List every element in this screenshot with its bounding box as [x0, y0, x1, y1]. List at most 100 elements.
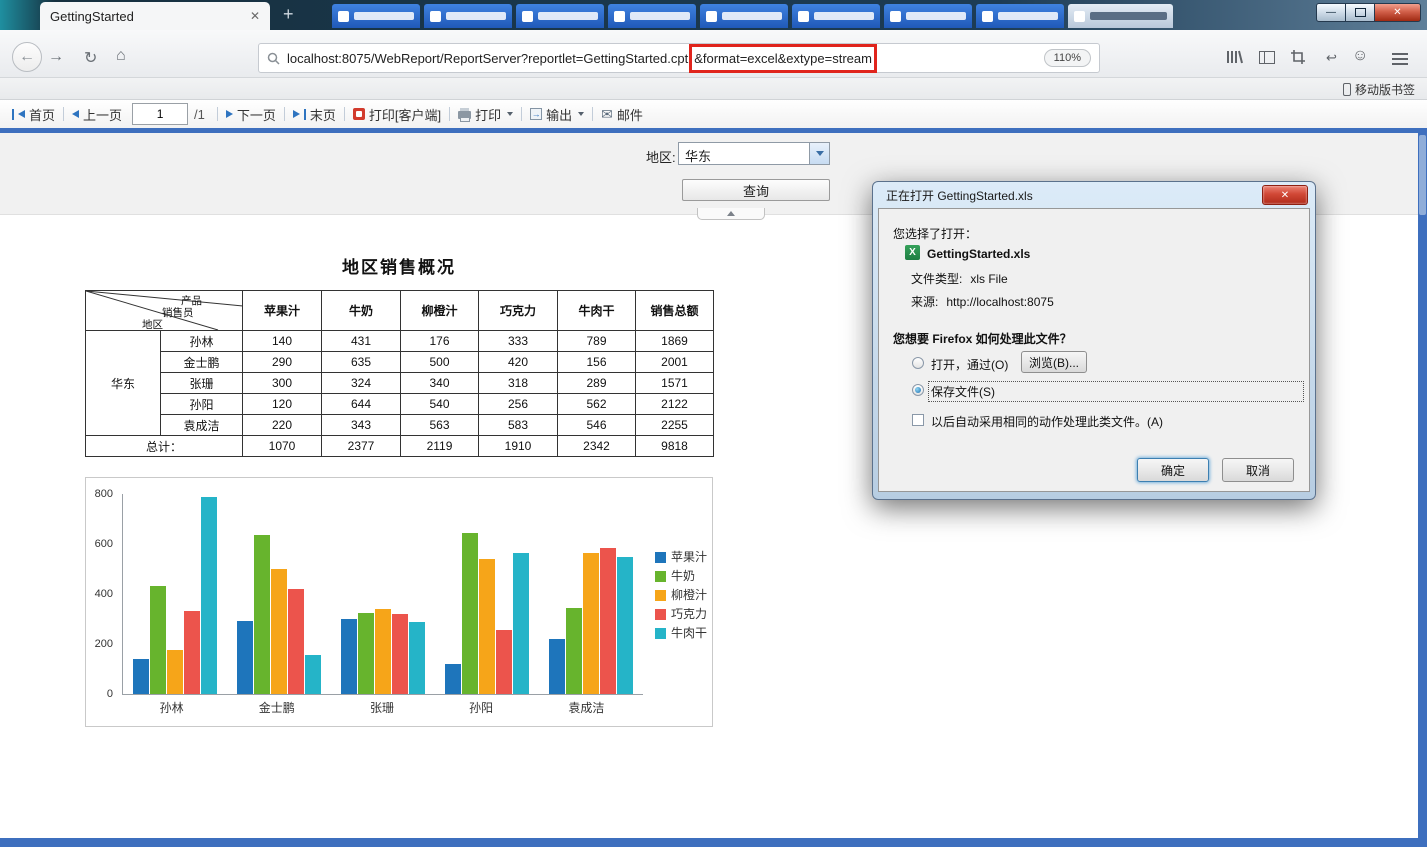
total-value-cell: 2119: [400, 435, 479, 457]
email-button[interactable]: ✉ 邮件: [601, 105, 643, 124]
vertical-scrollbar[interactable]: [1418, 133, 1427, 838]
bar: [375, 609, 391, 694]
sidebar-icon[interactable]: [1259, 51, 1275, 69]
remember-action-checkbox[interactable]: [912, 414, 924, 426]
bookmarks-bar: [0, 78, 1427, 100]
bar: [583, 553, 599, 694]
bar-group: [341, 609, 425, 694]
tab-close-icon[interactable]: ✕: [250, 9, 260, 23]
bar: [600, 548, 616, 694]
save-file-radio[interactable]: [912, 384, 924, 396]
tab-title-unreadable: [354, 12, 414, 20]
dialog-body: 您选择了打开： X GettingStarted.xls 文件类型: xls Fi…: [878, 208, 1310, 492]
print-client-button[interactable]: 打印[客户端]: [352, 105, 441, 124]
collapse-parameter-pane-button[interactable]: [697, 208, 765, 220]
export-button[interactable]: 输出: [530, 105, 585, 124]
y-tick-label: 200: [94, 638, 113, 650]
value-cell: 340: [400, 372, 479, 394]
page-number-input[interactable]: [132, 103, 189, 125]
tab-title-unreadable: [446, 12, 506, 20]
legend-swatch: [654, 570, 666, 582]
total-value-cell: 1910: [478, 435, 558, 457]
screenshot-crop-icon[interactable]: [1291, 50, 1305, 69]
address-bar[interactable]: localhost:8075/WebReport/ReportServer?re…: [258, 43, 1100, 73]
scrollbar-thumb[interactable]: [1419, 135, 1426, 215]
bar-group: [133, 497, 217, 694]
combo-dropdown-button[interactable]: [809, 143, 829, 164]
prev-page-button[interactable]: 上一页: [72, 105, 122, 124]
bar-group: [549, 548, 633, 694]
close-icon: ✕: [1280, 189, 1290, 201]
reload-icon[interactable]: ↻: [84, 48, 97, 68]
background-tab[interactable]: [608, 4, 696, 28]
tab-title-unreadable: [630, 12, 690, 20]
maximize-button[interactable]: [1346, 3, 1375, 22]
window-controls: — ✕: [1316, 3, 1421, 22]
zoom-level-badge[interactable]: 110%: [1043, 49, 1091, 67]
back-icon: ←: [19, 48, 35, 65]
background-tab[interactable]: [884, 4, 972, 28]
dialog-titlebar[interactable]: 正在打开 GettingStarted.xls ✕: [878, 182, 1310, 208]
dialog-close-button[interactable]: ✕: [1262, 185, 1308, 205]
background-tab[interactable]: [1068, 4, 1173, 28]
background-tab[interactable]: [792, 4, 880, 28]
last-page-button[interactable]: 末页: [292, 105, 336, 124]
value-cell: 156: [557, 351, 636, 373]
total-row: 总计： 1070 2377 2119 1910 2342 9818: [85, 435, 714, 457]
chart-xlabels: 孙林 金士鹏 张珊 孙阳 袁成洁: [122, 699, 642, 716]
cancel-button[interactable]: 取消: [1222, 458, 1294, 482]
menu-icon[interactable]: [1392, 53, 1408, 55]
chevron-down-icon: [507, 112, 514, 116]
y-tick-label: 400: [94, 588, 113, 600]
open-with-radio[interactable]: [912, 357, 924, 369]
tab-favicon-icon: [798, 10, 809, 22]
minimize-button[interactable]: —: [1316, 3, 1346, 22]
mobile-bookmarks-item[interactable]: 移动版书签: [1342, 81, 1415, 98]
region-select[interactable]: 华东: [678, 142, 830, 165]
bar: [184, 611, 200, 694]
salesperson-cell: 袁成洁: [160, 414, 243, 436]
value-cell: 2255: [635, 414, 714, 436]
url-text[interactable]: localhost:8075/WebReport/ReportServer?re…: [287, 43, 877, 73]
value-cell: 140: [242, 330, 322, 352]
first-page-button[interactable]: 首页: [12, 105, 55, 124]
bar: [566, 608, 582, 694]
total-value-cell: 9818: [635, 435, 714, 457]
profile-icon[interactable]: ☺: [1352, 47, 1368, 65]
chart-legend: 苹果汁 牛奶 柳橙汁 巧克力 牛肉干: [654, 550, 707, 640]
print-button[interactable]: 打印: [458, 105, 514, 124]
background-tab[interactable]: [976, 4, 1064, 28]
background-tab[interactable]: [332, 4, 420, 28]
bar-group: [445, 533, 529, 694]
region-cell: 华东: [85, 330, 161, 436]
forward-icon[interactable]: →: [48, 48, 64, 66]
undo-icon[interactable]: ↩: [1326, 50, 1337, 66]
background-tab[interactable]: [700, 4, 788, 28]
tab-title-unreadable: [1090, 12, 1167, 20]
legend-item: 牛肉干: [654, 626, 707, 640]
legend-label: 巧克力: [670, 607, 707, 621]
ok-button[interactable]: 确定: [1137, 458, 1209, 482]
chosen-label: 您选择了打开：: [893, 227, 978, 241]
sales-bar-chart: 0 200 400 600 800 孙林 金士鹏 张珊 孙阳 袁成洁 苹果汁 牛奶 柳橙汁 巧克力 牛肉…: [85, 477, 713, 727]
back-button[interactable]: ←: [12, 42, 42, 72]
save-file-label[interactable]: 保存文件(S): [931, 383, 995, 400]
close-button[interactable]: ✕: [1375, 3, 1421, 22]
home-icon[interactable]: ⌂: [116, 47, 126, 65]
browse-button[interactable]: 浏览(B)...: [1021, 351, 1087, 373]
total-value-cell: 2342: [557, 435, 636, 457]
background-tab[interactable]: [516, 4, 604, 28]
tab-title-unreadable: [814, 12, 874, 20]
bar: [288, 589, 304, 694]
new-tab-button[interactable]: +: [283, 4, 294, 24]
next-page-button[interactable]: 下一页: [225, 105, 276, 124]
query-button[interactable]: 查询: [682, 179, 830, 201]
active-tab[interactable]: GettingStarted ✕: [40, 2, 270, 30]
remember-action-label[interactable]: 以后自动采用相同的动作处理此类文件。(A): [931, 413, 1163, 430]
background-tab[interactable]: [424, 4, 512, 28]
library-icon[interactable]: [1226, 50, 1243, 69]
open-with-label[interactable]: 打开，通过(O): [931, 356, 1008, 373]
report-toolbar: 首页 上一页 /1 下一页 末页 打印[客户端] 打印 输出 ✉邮件: [0, 100, 1427, 128]
column-header: 销售总额: [635, 290, 714, 331]
tab-favicon-icon: [430, 10, 441, 22]
